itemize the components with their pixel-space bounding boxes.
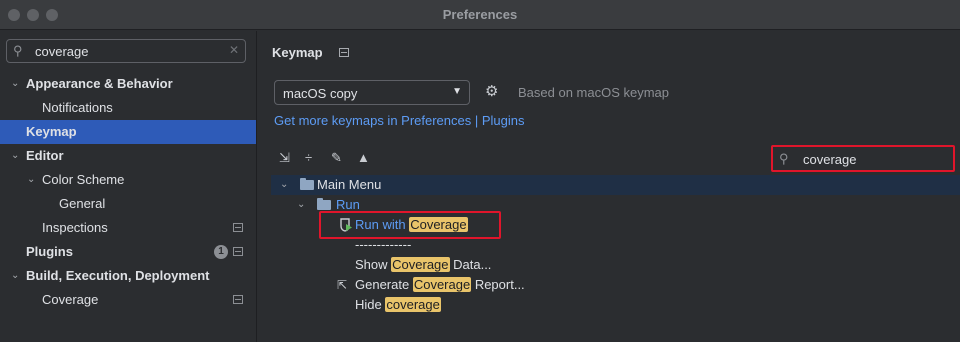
tree-row-show-coverage-data[interactable]: Show Coverage Data... bbox=[271, 255, 960, 275]
project-settings-icon bbox=[233, 247, 243, 256]
keymap-filter-input[interactable]: ⚲ coverage bbox=[771, 145, 955, 172]
label-text: Generate bbox=[355, 277, 413, 292]
folder-icon bbox=[317, 198, 331, 210]
sidebar-item-label: Color Scheme bbox=[42, 172, 125, 187]
sidebar-item-build-execution-deployment[interactable]: ⌄ Build, Execution, Deployment bbox=[0, 264, 256, 288]
keymap-panel: Keymap macOS copy ▼ ⚙ Based on macOS key… bbox=[257, 31, 960, 342]
sidebar-item-general[interactable]: General bbox=[0, 192, 256, 216]
label-text: Hide bbox=[355, 297, 386, 312]
clear-search-icon[interactable]: ✕ bbox=[229, 43, 239, 57]
sidebar-item-keymap[interactable]: Keymap bbox=[0, 120, 256, 144]
label-text: Report... bbox=[471, 277, 525, 292]
sidebar-item-label: Notifications bbox=[42, 100, 113, 115]
search-icon: ⚲ bbox=[779, 151, 789, 166]
sidebar-item-color-scheme[interactable]: ⌄ Color Scheme bbox=[0, 168, 256, 192]
updates-count-badge: 1 bbox=[214, 245, 228, 259]
gear-icon[interactable]: ⚙ bbox=[485, 82, 498, 100]
sidebar-item-label: Keymap bbox=[26, 124, 77, 139]
tree-row-hide-coverage[interactable]: Hide coverage bbox=[271, 295, 960, 315]
project-settings-icon bbox=[233, 223, 243, 232]
sidebar-item-coverage[interactable]: Coverage bbox=[0, 288, 256, 312]
sidebar-item-label: Plugins bbox=[26, 244, 73, 259]
sidebar-item-label: Appearance & Behavior bbox=[26, 76, 173, 91]
chevron-down-icon[interactable]: ⌄ bbox=[11, 144, 19, 168]
tree-row-label: Main Menu bbox=[317, 177, 382, 192]
sidebar-item-plugins[interactable]: Plugins 1 bbox=[0, 240, 256, 264]
sidebar-item-label: General bbox=[59, 196, 106, 211]
get-more-keymaps-link[interactable]: Get more keymaps in Preferences | Plugin… bbox=[274, 113, 525, 128]
settings-search-input[interactable]: ⚲ coverage ✕ bbox=[6, 39, 246, 63]
chevron-down-icon[interactable]: ⌄ bbox=[297, 195, 305, 215]
keymap-filter-value: coverage bbox=[803, 152, 857, 167]
based-on-label: Based on macOS keymap bbox=[518, 85, 670, 100]
external-link-icon: ⇱ bbox=[337, 278, 348, 292]
expand-all-icon[interactable]: ⇲ bbox=[279, 150, 290, 166]
keymap-select[interactable]: macOS copy ▼ bbox=[274, 80, 470, 105]
sidebar-item-editor[interactable]: ⌄ Editor bbox=[0, 144, 256, 168]
project-settings-icon bbox=[339, 48, 349, 57]
annotation-highlight-box bbox=[319, 211, 501, 239]
search-match-highlight: Coverage bbox=[412, 277, 472, 292]
page-title: Keymap bbox=[272, 45, 323, 60]
label-text: Show bbox=[355, 257, 392, 272]
window-title: Preferences bbox=[442, 7, 518, 22]
tree-row-label: Generate Coverage Report... bbox=[355, 275, 525, 295]
settings-sidebar: ⚲ coverage ✕ ⌄ Appearance & Behavior Not… bbox=[0, 31, 256, 342]
sidebar-item-label: Editor bbox=[26, 148, 64, 163]
edit-shortcut-icon[interactable]: ✎ bbox=[331, 150, 342, 166]
collapse-all-icon[interactable]: ÷ bbox=[305, 150, 312, 165]
conflicts-warning-icon[interactable]: ▲ bbox=[357, 150, 370, 165]
project-settings-icon bbox=[233, 295, 243, 304]
search-icon: ⚲ bbox=[13, 43, 23, 58]
chevron-down-icon[interactable]: ⌄ bbox=[280, 175, 288, 195]
tree-row-label: Hide coverage bbox=[355, 295, 441, 315]
menu-folder-icon bbox=[300, 178, 314, 190]
label-text: Data... bbox=[449, 257, 492, 272]
sidebar-item-appearance-behavior[interactable]: ⌄ Appearance & Behavior bbox=[0, 72, 256, 96]
keymap-select-value: macOS copy bbox=[283, 86, 358, 101]
search-match-highlight: Coverage bbox=[391, 257, 450, 272]
sidebar-item-notifications[interactable]: Notifications bbox=[0, 96, 256, 120]
chevron-down-icon[interactable]: ⌄ bbox=[27, 168, 35, 192]
tree-row-generate-coverage-report[interactable]: ⇱ Generate Coverage Report... bbox=[271, 275, 960, 295]
search-match-highlight: coverage bbox=[385, 297, 441, 312]
sidebar-item-label: Coverage bbox=[42, 292, 99, 307]
tree-row-label: Show Coverage Data... bbox=[355, 255, 491, 275]
chevron-down-icon[interactable]: ⌄ bbox=[11, 264, 19, 288]
chevron-down-icon[interactable]: ⌄ bbox=[11, 72, 19, 96]
chevron-down-icon: ▼ bbox=[452, 86, 462, 97]
sidebar-item-inspections[interactable]: Inspections bbox=[0, 216, 256, 240]
sidebar-item-label: Build, Execution, Deployment bbox=[26, 268, 210, 283]
tree-row-main-menu[interactable]: ⌄ Main Menu bbox=[271, 175, 960, 195]
sidebar-item-label: Inspections bbox=[42, 220, 108, 235]
settings-search-value: coverage bbox=[35, 44, 89, 59]
title-bar: Preferences bbox=[0, 0, 960, 30]
